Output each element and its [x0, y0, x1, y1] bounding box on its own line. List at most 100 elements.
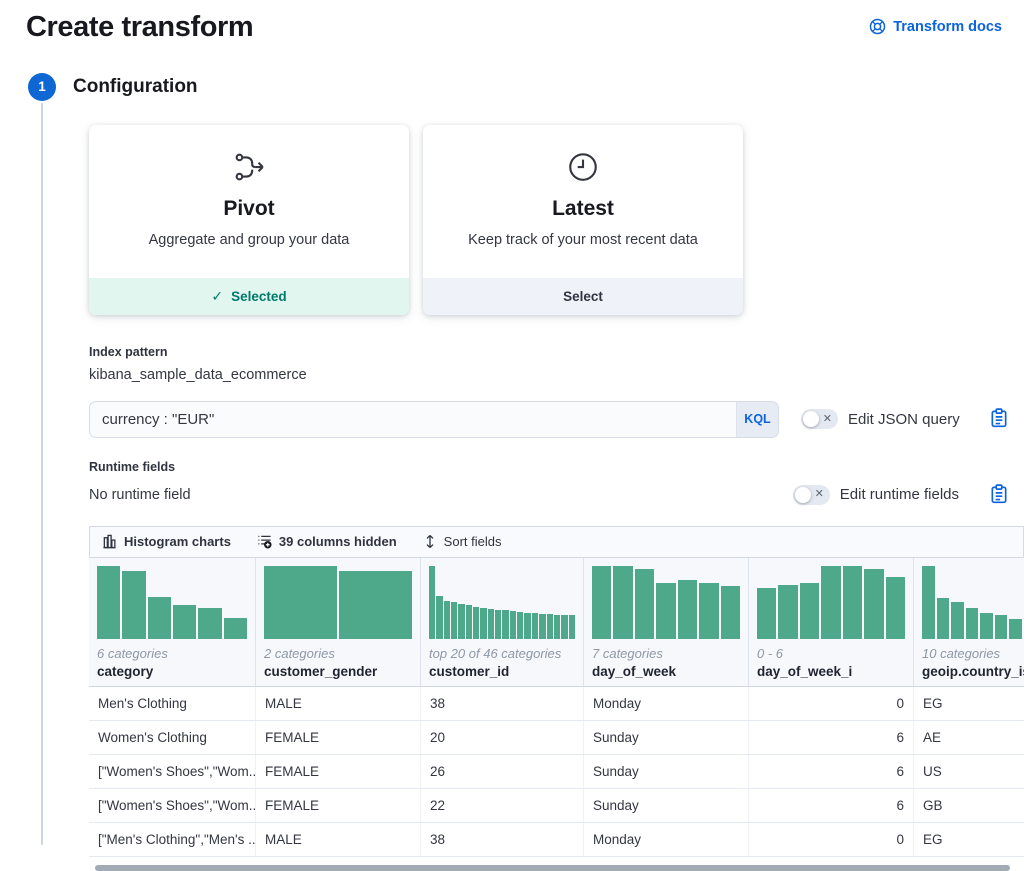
pivot-card[interactable]: Pivot Aggregate and group your data ✓ Se…	[89, 125, 409, 315]
histogram-bar	[678, 580, 697, 638]
histogram-bar	[656, 583, 675, 639]
grid-cell-day_of_week[interactable]: Sunday	[584, 789, 749, 822]
sort-fields-button[interactable]: Sort fields	[423, 534, 502, 549]
copy-runtime-fields-button[interactable]	[988, 484, 1010, 506]
create-transform-page: Create transform Transform docs 1 Config…	[0, 0, 1034, 862]
grid-cell-day_of_week_i[interactable]: 6	[749, 789, 914, 822]
grid-cell-customer_gender[interactable]: FEMALE	[256, 789, 421, 822]
histogram-bar	[592, 566, 611, 639]
grid-cell-day_of_week_i[interactable]: 6	[749, 721, 914, 754]
table-row: Women's ClothingFEMALE20Sunday6AE	[89, 721, 1024, 755]
histogram-bar	[699, 583, 718, 638]
grid-column-header-geoip.country_iso_[interactable]: 10 categoriesgeoip.country_iso_	[914, 558, 1024, 687]
histogram-bar	[480, 608, 486, 639]
column-subtitle: 6 categories	[97, 646, 247, 661]
toggle-off-x-icon: ✕	[815, 487, 824, 500]
step-number-badge: 1	[28, 73, 56, 101]
histogram-bar	[488, 609, 494, 639]
grid-cell-customer_id[interactable]: 26	[421, 755, 584, 788]
grid-cell-customer_id[interactable]: 22	[421, 789, 584, 822]
grid-cell-geoip.country_iso_[interactable]: AE	[914, 721, 1024, 754]
grid-cell-geoip.country_iso_[interactable]: EG	[914, 687, 1024, 720]
grid-cell-category[interactable]: ["Women's Shoes","Wom...	[89, 789, 256, 822]
step-title: Configuration	[73, 73, 1024, 101]
grid-cell-category[interactable]: Women's Clothing	[89, 721, 256, 754]
search-query-input[interactable]	[90, 402, 736, 437]
grid-column-header-customer_id[interactable]: top 20 of 46 categoriescustomer_id	[421, 558, 584, 687]
grid-cell-geoip.country_iso_[interactable]: US	[914, 755, 1024, 788]
grid-cell-day_of_week[interactable]: Sunday	[584, 755, 749, 788]
grid-body: Men's ClothingMALE38Monday0EGWomen's Clo…	[89, 687, 1024, 857]
grid-cell-geoip.country_iso_[interactable]: EG	[914, 823, 1024, 856]
histogram-bar	[937, 598, 950, 639]
grid-cell-customer_id[interactable]: 20	[421, 721, 584, 754]
grid-cell-category[interactable]: Men's Clothing	[89, 687, 256, 720]
step-connector-line	[41, 103, 43, 845]
column-name: day_of_week	[592, 664, 740, 679]
column-name: category	[97, 664, 247, 679]
latest-card[interactable]: Latest Keep track of your most recent da…	[423, 125, 743, 315]
latest-select-button[interactable]: Select	[423, 278, 743, 315]
grid-cell-customer_gender[interactable]: FEMALE	[256, 755, 421, 788]
grid-cell-day_of_week_i[interactable]: 0	[749, 687, 914, 720]
histogram-bar	[635, 569, 654, 639]
transform-docs-link[interactable]: Transform docs	[869, 18, 1002, 35]
histogram-bar	[922, 566, 935, 639]
sort-fields-label: Sort fields	[444, 534, 502, 549]
table-row: ["Women's Shoes","Wom...FEMALE22Sunday6G…	[89, 789, 1024, 823]
column-list-icon	[257, 534, 272, 549]
histogram-bar	[495, 610, 501, 639]
pivot-selected-footer[interactable]: ✓ Selected	[89, 278, 409, 315]
histogram-chart-customer_id	[429, 566, 575, 639]
columns-hidden-button[interactable]: 39 columns hidden	[257, 534, 397, 549]
histogram-bar	[843, 566, 862, 639]
histogram-bar	[561, 615, 567, 639]
histogram-chart-customer_gender	[264, 566, 412, 639]
histogram-bar	[547, 614, 553, 639]
index-pattern-value: kibana_sample_data_ecommerce	[89, 367, 1024, 383]
documentation-icon	[869, 18, 886, 35]
grid-column-header-customer_gender[interactable]: 2 categoriescustomer_gender	[256, 558, 421, 687]
grid-column-header-category[interactable]: 6 categories category	[89, 558, 256, 687]
column-subtitle: top 20 of 46 categories	[429, 646, 575, 661]
histogram-bar	[532, 613, 538, 639]
edit-json-query-toggle[interactable]: ✕	[801, 409, 838, 429]
histogram-bar	[886, 577, 905, 639]
clipboard-icon	[990, 484, 1008, 504]
histogram-bar	[995, 615, 1008, 638]
copy-json-query-button[interactable]	[988, 408, 1010, 430]
grid-cell-geoip.country_iso_[interactable]: GB	[914, 789, 1024, 822]
grid-cell-customer_gender[interactable]: FEMALE	[256, 721, 421, 754]
histogram-bar	[97, 566, 120, 639]
grid-cell-day_of_week_i[interactable]: 6	[749, 755, 914, 788]
grid-cell-day_of_week[interactable]: Monday	[584, 687, 749, 720]
grid-cell-customer_gender[interactable]: MALE	[256, 687, 421, 720]
transform-type-cards: Pivot Aggregate and group your data ✓ Se…	[89, 125, 1024, 315]
grid-cell-customer_id[interactable]: 38	[421, 823, 584, 856]
horizontal-scrollbar[interactable]	[95, 865, 1010, 871]
grid-cell-day_of_week_i[interactable]: 0	[749, 823, 914, 856]
histogram-chart-geoip.country_iso_	[922, 566, 1024, 639]
grid-cell-day_of_week[interactable]: Sunday	[584, 721, 749, 754]
grid-cell-category[interactable]: ["Men's Clothing","Men's ...	[89, 823, 256, 856]
grid-cell-customer_gender[interactable]: MALE	[256, 823, 421, 856]
transform-docs-label: Transform docs	[893, 19, 1002, 35]
histogram-chart-day_of_week	[592, 566, 740, 639]
grid-cell-day_of_week[interactable]: Monday	[584, 823, 749, 856]
grid-cell-category[interactable]: ["Women's Shoes","Wom...	[89, 755, 256, 788]
column-subtitle: 0 - 6	[757, 646, 905, 661]
histogram-bar	[966, 608, 979, 639]
clock-icon	[566, 150, 600, 184]
histogram-bar	[800, 583, 819, 639]
step-rail: 1	[28, 73, 56, 871]
grid-column-header-day_of_week_i[interactable]: 0 - 6day_of_week_i	[749, 558, 914, 687]
histogram-bar	[821, 566, 840, 639]
histogram-charts-button[interactable]: Histogram charts	[102, 534, 231, 549]
table-row: Men's ClothingMALE38Monday0EG	[89, 687, 1024, 721]
grid-column-header-day_of_week[interactable]: 7 categoriesday_of_week	[584, 558, 749, 687]
histogram-bar	[539, 614, 545, 639]
grid-cell-customer_id[interactable]: 38	[421, 687, 584, 720]
kql-language-button[interactable]: KQL	[736, 402, 778, 437]
edit-runtime-fields-toggle[interactable]: ✕	[793, 485, 830, 505]
histogram-bar	[721, 586, 740, 639]
